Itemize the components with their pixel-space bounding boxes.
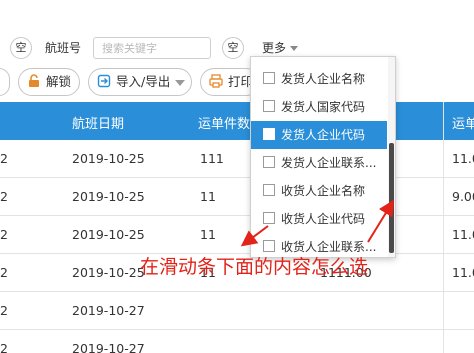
cell-pieces: 11 (200, 189, 216, 204)
toolbar: 解锁 导入/导出 打印 (0, 68, 474, 100)
dropdown-item-label: 发货人企业名称 (281, 72, 366, 86)
more-filters-button[interactable]: 更多 (262, 39, 299, 56)
dropdown-item-label: 收货人企业名称 (281, 184, 366, 198)
table-header: 航班日期 运单件数 运单 (0, 102, 474, 140)
dropdown-item-shipper-country[interactable]: 发货人国家代码 (251, 93, 387, 121)
table-row[interactable]: 2 2019-10-27 (0, 292, 474, 330)
dropdown-item-consignee-name[interactable]: 收货人企业名称 (251, 177, 387, 205)
caret-down-icon (175, 79, 186, 86)
scrollbar-thumb[interactable] (389, 143, 394, 253)
dropdown-scrollbar[interactable] (388, 57, 395, 257)
checkbox[interactable] (263, 72, 275, 84)
header-waybill[interactable]: 运单 (452, 113, 474, 132)
cell-right: 11.0 (452, 265, 474, 280)
cell-lead: 2 (0, 341, 8, 353)
checkbox[interactable] (263, 128, 275, 140)
header-pieces[interactable]: 运单件数 (198, 113, 250, 132)
checkbox[interactable] (263, 100, 275, 112)
dropdown-item-label: 发货人国家代码 (281, 100, 366, 114)
cell-date: 2019-10-25 (72, 189, 145, 204)
import-export-button[interactable]: 导入/导出 (88, 68, 192, 96)
table-row[interactable]: 2 2019-10-27 (0, 330, 474, 353)
dropdown-item-shipper-name[interactable]: 发货人企业名称 (251, 65, 387, 93)
dropdown-item-label: 收货人企业代码 (281, 212, 366, 226)
flight-number-label: 航班号 (45, 41, 82, 55)
import-export-label: 导入/导出 (116, 74, 171, 89)
caret-down-icon (290, 46, 299, 51)
checkbox[interactable] (263, 240, 275, 252)
dropdown-item-shipper-code[interactable]: 发货人企业代码 (251, 121, 387, 149)
dropdown-item-shipper-contact[interactable]: 发货人企业联系... (251, 149, 387, 177)
dropdown-item-label: 发货人企业代码 (281, 128, 366, 142)
cell-lead: 2 (0, 189, 8, 204)
import-export-icon (97, 71, 111, 88)
dropdown-item-consignee-code[interactable]: 收货人企业代码 (251, 205, 387, 233)
empty-toggle-1[interactable]: 空 (10, 37, 32, 59)
cell-date: 2019-10-27 (72, 341, 145, 353)
cell-right: 9.00 (452, 189, 474, 204)
unlock-button[interactable]: 解锁 (18, 68, 80, 96)
cell-lead: 2 (0, 227, 8, 242)
cell-pieces: 11 (200, 227, 216, 242)
partial-left-button[interactable] (0, 68, 10, 96)
cell-pieces: 111 (200, 151, 224, 166)
printer-icon (209, 71, 223, 88)
empty-toggle-2[interactable]: 空 (222, 37, 244, 59)
cell-right: 11.0 (452, 227, 474, 242)
annotation-text: 在滑动条下面的内容怎么选 (140, 256, 369, 278)
dropdown-item-label: 发货人企业联系... (281, 156, 377, 170)
table-row[interactable]: 2 2019-10-25 11 11.0 (0, 216, 474, 254)
cell-date: 2019-10-25 (72, 265, 145, 280)
header-flight-date[interactable]: 航班日期 (72, 113, 124, 132)
cell-date: 2019-10-25 (72, 151, 145, 166)
cell-date: 2019-10-25 (72, 227, 145, 242)
table-row[interactable]: 2 2019-10-25 111 11.0 (0, 140, 474, 178)
unlock-icon (27, 71, 41, 87)
unlock-label: 解锁 (46, 74, 72, 89)
cell-lead: 2 (0, 303, 8, 318)
column-divider (443, 102, 444, 353)
cell-lead: 2 (0, 151, 8, 166)
cell-date: 2019-10-27 (72, 303, 145, 318)
checkbox[interactable] (263, 156, 275, 168)
cell-lead: 2 (0, 265, 8, 280)
more-fields-dropdown[interactable]: 发货人企业名称 发货人国家代码 发货人企业代码 发货人企业联系... 收货人企业… (250, 56, 396, 258)
more-label: 更多 (262, 41, 287, 55)
filter-bar: 空 航班号 空 更多 (0, 0, 474, 64)
checkbox[interactable] (263, 212, 275, 224)
search-input[interactable] (93, 37, 211, 59)
cell-right: 11.0 (452, 151, 474, 166)
table-row[interactable]: 2 2019-10-25 11 9.00 (0, 178, 474, 216)
checkbox[interactable] (263, 184, 275, 196)
